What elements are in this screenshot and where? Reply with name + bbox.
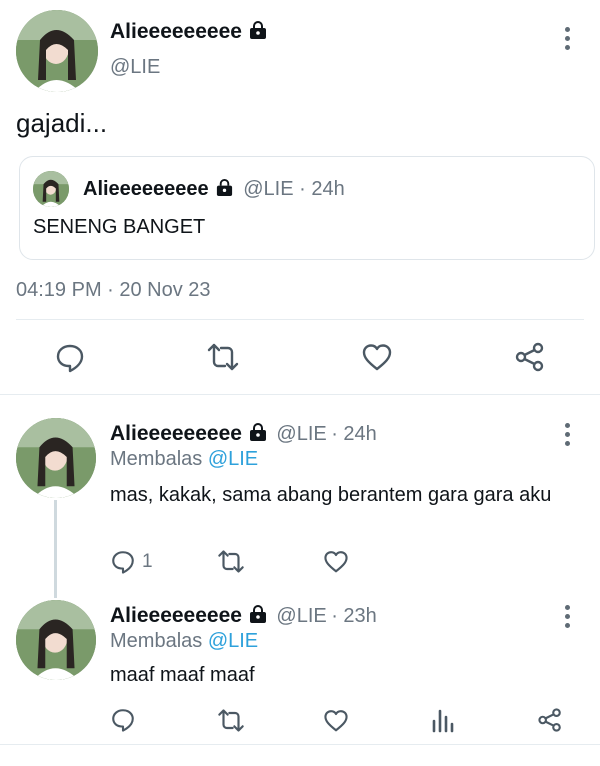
- lock-icon: [249, 423, 266, 441]
- quoted-author-handle: @LIE: [243, 178, 294, 200]
- lock-icon: [249, 605, 266, 623]
- lock-icon: [249, 21, 266, 39]
- reply-avatar[interactable]: [16, 418, 96, 498]
- author-avatar[interactable]: [16, 10, 98, 92]
- share-icon[interactable]: [514, 341, 546, 373]
- quoted-age: · 24h: [299, 178, 345, 200]
- reply-icon[interactable]: [54, 342, 86, 374]
- avatar-image: [16, 418, 96, 498]
- replying-to-label: Membalas: [110, 448, 203, 470]
- reply-header: Alieeeeeeeee @LIE · 24h: [110, 422, 377, 446]
- like-icon[interactable]: [323, 708, 349, 733]
- reply-button[interactable]: 1: [110, 549, 153, 575]
- tweet-text: gajadi...: [16, 108, 108, 138]
- tweet-timestamp: 04:19 PM · 20 Nov 23: [16, 279, 211, 301]
- reply-icon[interactable]: [110, 549, 136, 575]
- reply-author-handle: @LIE: [276, 423, 327, 445]
- quoted-tweet[interactable]: Alieeeeeeeee @LIE · 24h SENENG BANGET: [19, 156, 595, 260]
- retweet-icon[interactable]: [216, 549, 246, 574]
- lock-icon: [216, 178, 232, 197]
- more-options-icon[interactable]: [563, 605, 571, 628]
- reply-age: · 24h: [331, 423, 377, 445]
- reply-age: · 23h: [331, 605, 377, 627]
- divider: [16, 319, 584, 320]
- reply-header: Alieeeeeeeee @LIE · 23h: [110, 604, 377, 628]
- quoted-text: SENENG BANGET: [33, 216, 206, 238]
- share-icon[interactable]: [537, 707, 563, 733]
- quoted-author-name: Alieeeeeeeee: [83, 178, 209, 200]
- like-icon[interactable]: [323, 549, 349, 574]
- reply-text: mas, kakak, sama abang berantem gara gar…: [110, 484, 552, 506]
- retweet-icon[interactable]: [216, 708, 246, 733]
- avatar-image: [16, 600, 96, 680]
- reply-author-name: Alieeeeeeeee: [110, 604, 242, 627]
- replying-to-label: Membalas: [110, 630, 203, 652]
- reply-author-handle: @LIE: [276, 605, 327, 627]
- analytics-icon[interactable]: [431, 707, 455, 733]
- more-options-icon[interactable]: [563, 423, 571, 446]
- divider: [0, 744, 600, 745]
- author-handle: @LIE: [110, 56, 161, 78]
- thread-line: [54, 500, 57, 598]
- replying-to-link[interactable]: @LIE: [208, 448, 258, 470]
- reply-text: maaf maaf maaf: [110, 664, 255, 686]
- divider: [0, 394, 600, 395]
- replying-to-link[interactable]: @LIE: [208, 630, 258, 652]
- reply-count: 1: [142, 551, 153, 572]
- retweet-icon[interactable]: [205, 342, 241, 372]
- avatar-image: [33, 171, 69, 207]
- quoted-avatar: [33, 171, 69, 207]
- more-options-icon[interactable]: [563, 27, 571, 50]
- like-icon[interactable]: [361, 342, 393, 372]
- reply-author-name: Alieeeeeeeee: [110, 422, 242, 445]
- reply-icon[interactable]: [110, 707, 136, 733]
- reply-avatar[interactable]: [16, 600, 96, 680]
- author-name: Alieeeeeeeee: [110, 20, 242, 43]
- avatar-image: [16, 10, 98, 92]
